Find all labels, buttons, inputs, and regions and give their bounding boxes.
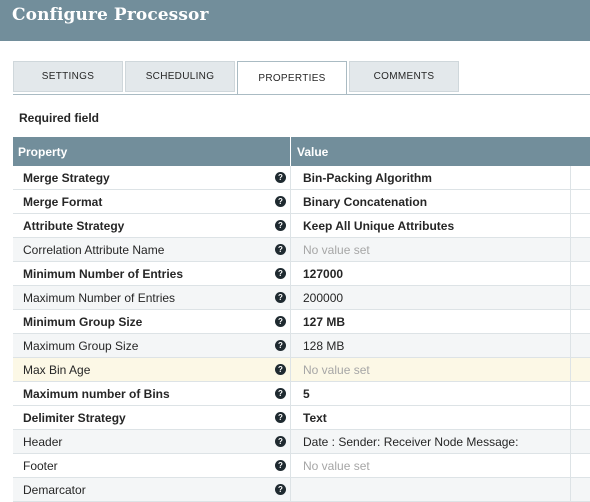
- column-divider: [290, 454, 291, 477]
- property-value[interactable]: 200000: [303, 291, 343, 305]
- property-name: Delimiter Strategy: [23, 411, 126, 425]
- tab-settings[interactable]: SETTINGS: [13, 61, 123, 92]
- help-icon[interactable]: ?: [275, 268, 286, 279]
- column-divider: [290, 137, 291, 166]
- row-edge: [570, 190, 571, 213]
- property-row[interactable]: Maximum Number of Entries ? 200000: [13, 286, 590, 310]
- property-value[interactable]: Binary Concatenation: [303, 195, 427, 209]
- help-icon[interactable]: ?: [275, 436, 286, 447]
- property-row[interactable]: Merge Format ? Binary Concatenation: [13, 190, 590, 214]
- property-row[interactable]: Merge Strategy ? Bin-Packing Algorithm: [13, 166, 590, 190]
- column-divider: [290, 334, 291, 357]
- table-header: Property Value: [13, 137, 590, 166]
- row-edge: [570, 166, 571, 189]
- property-row[interactable]: Minimum Group Size ? 127 MB: [13, 310, 590, 334]
- column-divider: [290, 166, 291, 189]
- column-divider: [290, 286, 291, 309]
- property-name: Max Bin Age: [23, 363, 91, 377]
- property-value[interactable]: 128 MB: [303, 339, 344, 353]
- property-row[interactable]: Delimiter Strategy ? Text: [13, 406, 590, 430]
- help-icon[interactable]: ?: [275, 196, 286, 207]
- row-edge: [570, 238, 571, 261]
- property-name: Footer: [23, 459, 58, 473]
- property-value[interactable]: Bin-Packing Algorithm: [303, 171, 432, 185]
- column-divider: [290, 262, 291, 285]
- property-name: Merge Format: [23, 195, 103, 209]
- property-row[interactable]: Minimum Number of Entries ? 127000: [13, 262, 590, 286]
- column-divider: [290, 358, 291, 381]
- tab-bar: SETTINGS SCHEDULING PROPERTIES COMMENTS: [13, 61, 590, 95]
- property-name: Merge Strategy: [23, 171, 110, 185]
- column-header-property[interactable]: Property: [18, 145, 67, 159]
- property-row[interactable]: Attribute Strategy ? Keep All Unique Att…: [13, 214, 590, 238]
- property-value[interactable]: No value set: [303, 459, 370, 473]
- property-name: Maximum Number of Entries: [23, 291, 176, 305]
- tab-comments[interactable]: COMMENTS: [349, 61, 459, 92]
- property-value[interactable]: No value set: [303, 363, 370, 377]
- row-edge: [570, 478, 571, 501]
- column-divider: [290, 214, 291, 237]
- row-edge: [570, 454, 571, 477]
- help-icon[interactable]: ?: [275, 484, 286, 495]
- row-edge: [570, 406, 571, 429]
- row-edge: [570, 262, 571, 285]
- column-divider: [290, 430, 291, 453]
- help-icon[interactable]: ?: [275, 340, 286, 351]
- property-value[interactable]: Keep All Unique Attributes: [303, 219, 454, 233]
- property-name: Correlation Attribute Name: [23, 243, 165, 257]
- row-edge: [570, 286, 571, 309]
- tab-divider: [13, 94, 590, 95]
- property-name: Attribute Strategy: [23, 219, 125, 233]
- help-icon[interactable]: ?: [275, 292, 286, 303]
- column-header-value[interactable]: Value: [297, 145, 328, 159]
- required-field-label: Required field: [19, 111, 100, 125]
- property-name: Maximum Group Size: [23, 339, 139, 353]
- property-name: Minimum Group Size: [23, 315, 143, 329]
- property-row[interactable]: Maximum number of Bins ? 5: [13, 382, 590, 406]
- row-edge: [570, 430, 571, 453]
- property-value[interactable]: 5: [303, 387, 310, 401]
- property-name: Minimum Number of Entries: [23, 267, 184, 281]
- row-edge: [570, 214, 571, 237]
- row-edge: [570, 334, 571, 357]
- tab-scheduling[interactable]: SCHEDULING: [125, 61, 235, 92]
- tab-properties[interactable]: PROPERTIES: [237, 61, 347, 95]
- help-icon[interactable]: ?: [275, 388, 286, 399]
- column-divider: [290, 478, 291, 501]
- property-value[interactable]: 127 MB: [303, 315, 345, 329]
- help-icon[interactable]: ?: [275, 172, 286, 183]
- property-row[interactable]: Correlation Attribute Name ? No value se…: [13, 238, 590, 262]
- column-divider: [290, 406, 291, 429]
- property-row[interactable]: Header ? Date : Sender: Receiver Node Me…: [13, 430, 590, 454]
- help-icon[interactable]: ?: [275, 460, 286, 471]
- property-name: Demarcator: [23, 483, 86, 497]
- property-value[interactable]: Text: [303, 411, 327, 425]
- row-edge: [570, 310, 571, 333]
- property-row[interactable]: Demarcator ?: [13, 478, 590, 502]
- help-icon[interactable]: ?: [275, 244, 286, 255]
- property-name: Maximum number of Bins: [23, 387, 170, 401]
- column-divider: [290, 238, 291, 261]
- property-name: Header: [23, 435, 63, 449]
- dialog-title: Configure Processor: [12, 5, 209, 25]
- dialog-header: Configure Processor: [0, 0, 590, 41]
- column-divider: [290, 382, 291, 405]
- property-row-selected[interactable]: Max Bin Age ? No value set: [13, 358, 590, 382]
- help-icon[interactable]: ?: [275, 412, 286, 423]
- property-row[interactable]: Maximum Group Size ? 128 MB: [13, 334, 590, 358]
- column-divider: [290, 310, 291, 333]
- property-row[interactable]: Footer ? No value set: [13, 454, 590, 478]
- property-value[interactable]: Date : Sender: Receiver Node Message:: [303, 435, 518, 449]
- help-icon[interactable]: ?: [275, 316, 286, 327]
- row-edge: [570, 382, 571, 405]
- property-value[interactable]: No value set: [303, 243, 370, 257]
- help-icon[interactable]: ?: [275, 364, 286, 375]
- help-icon[interactable]: ?: [275, 220, 286, 231]
- properties-table: Property Value Merge Strategy ? Bin-Pack…: [13, 137, 590, 502]
- property-value[interactable]: 127000: [303, 267, 343, 281]
- row-edge: [570, 358, 571, 381]
- column-divider: [290, 190, 291, 213]
